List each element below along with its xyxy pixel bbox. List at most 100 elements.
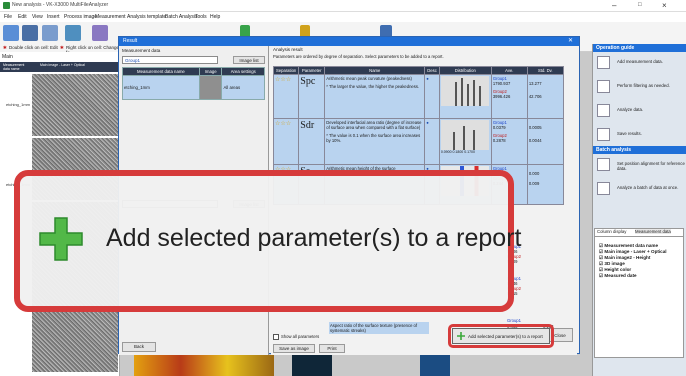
group-field[interactable]: Group1 bbox=[122, 56, 218, 64]
column-option[interactable]: ☑ Measured date bbox=[599, 273, 637, 279]
menu-insert[interactable]: Insert bbox=[47, 14, 60, 20]
menu-bar: File Edit View Insert Process image Meas… bbox=[0, 12, 686, 22]
edit-hint: Double click on cell: Edit bbox=[9, 45, 58, 50]
measurement-table: Measurement data name Image Area setting… bbox=[122, 67, 265, 100]
maximize-button[interactable]: □ bbox=[638, 2, 642, 8]
save-results-icon bbox=[597, 128, 610, 141]
zoom-callout: Add selected parameter(s) to a report bbox=[14, 170, 521, 312]
height-color-image bbox=[134, 355, 274, 376]
add-data-icon bbox=[597, 56, 610, 69]
process-image-icon[interactable] bbox=[65, 25, 81, 41]
menu-analysis-template[interactable]: Analysis template bbox=[127, 14, 166, 20]
group1-ave: 1790.937 bbox=[492, 81, 511, 86]
histogram-axis: 0.0900 0.1800 0.1700 bbox=[440, 150, 475, 154]
menu-process-image[interactable]: Process image bbox=[64, 14, 97, 20]
menu-edit[interactable]: Edit bbox=[18, 14, 27, 20]
main-header-col1: Measurement data name bbox=[3, 63, 25, 71]
menu-batch-analysis[interactable]: Batch Analysis bbox=[165, 14, 198, 20]
col-average: Ave. bbox=[490, 66, 528, 75]
parameter-symbol: Sdr bbox=[300, 120, 315, 131]
info-icon[interactable]: ● bbox=[426, 120, 429, 125]
separation-stars: ☆☆☆ bbox=[275, 121, 292, 127]
aspect-ratio-name: Aspect ratio of the surface texture (pre… bbox=[329, 322, 429, 334]
callout-label: Add selected parameter(s) to a report bbox=[106, 224, 522, 252]
main-header: Measurement data name Main image - Laser… bbox=[0, 62, 120, 72]
group1-ave: 0.0379 bbox=[492, 125, 506, 130]
measurement-name-cell: etching_1mm bbox=[122, 75, 200, 100]
tab-measurement-data[interactable]: Measurement data bbox=[635, 229, 671, 234]
menu-tools[interactable]: Tools bbox=[195, 14, 207, 20]
batch-analyze-icon bbox=[597, 182, 610, 195]
measurement-image-cell bbox=[198, 75, 223, 100]
parameter-note: * The value is 0.1 when the surface area… bbox=[326, 133, 421, 143]
print-button[interactable]: Print bbox=[319, 344, 345, 353]
batch-analysis-title: Batch analysis bbox=[593, 146, 686, 154]
tab-column-display[interactable]: Column display bbox=[597, 229, 626, 234]
group2-std: 0.0044 bbox=[528, 138, 542, 143]
col-desc: Desc bbox=[424, 66, 440, 75]
save-icon[interactable] bbox=[22, 25, 38, 41]
add-to-report-label: Add selected parameter(s) to a report bbox=[468, 334, 543, 339]
dialog-close-icon[interactable]: ✕ bbox=[568, 37, 573, 44]
menu-view[interactable]: View bbox=[32, 14, 43, 20]
group2-std: 0.009 bbox=[528, 181, 540, 186]
col-area-settings: Area settings bbox=[221, 67, 265, 76]
main-header-col2: Main image - Laser + Optical bbox=[40, 63, 85, 67]
show-all-label: Show all parameters bbox=[281, 334, 320, 339]
area-cell: All areas bbox=[221, 75, 265, 100]
menu-measurement[interactable]: Measurement bbox=[95, 14, 126, 20]
save-as-image-button[interactable]: Save as image bbox=[273, 344, 315, 353]
col-distribution: Distribution bbox=[438, 66, 492, 75]
large-plus-icon bbox=[39, 217, 83, 261]
col-parameter: Parameter bbox=[298, 66, 326, 75]
align-icon bbox=[597, 158, 610, 171]
3d-display-icon[interactable] bbox=[92, 25, 108, 41]
app-icon bbox=[3, 2, 10, 9]
aspect-group: Group1 bbox=[507, 318, 521, 323]
operation-guide-title: Operation guide bbox=[593, 44, 686, 52]
image-list-button[interactable]: Image list bbox=[233, 56, 265, 64]
parameter-symbol: Spc bbox=[300, 76, 316, 87]
table-row[interactable]: ☆☆☆ Sdr Developed interfacial area ratio… bbox=[272, 118, 564, 165]
measurement-panel-title: Measurement data bbox=[122, 48, 161, 53]
3d-image bbox=[292, 355, 332, 376]
main-panel-title: Main bbox=[2, 54, 13, 60]
dialog-title-bar: Result ✕ bbox=[119, 37, 579, 46]
row-label: etching_1mm bbox=[6, 102, 31, 107]
add-to-report-button[interactable]: Add selected parameter(s) to a report bbox=[452, 328, 550, 344]
std-value: 0.315 bbox=[507, 291, 577, 296]
separation-stars: ☆☆☆ bbox=[275, 77, 292, 83]
output-data-icon[interactable] bbox=[42, 25, 58, 41]
filter-icon bbox=[597, 80, 610, 93]
table-row[interactable]: etching_1mm All areas bbox=[122, 75, 265, 100]
std-value: 0.009 bbox=[507, 259, 577, 264]
back-button[interactable]: Back bbox=[122, 342, 156, 352]
window-title: New analysis - VK-X3000 MultiFileAnalyze… bbox=[12, 2, 109, 8]
title-bar: New analysis - VK-X3000 MultiFileAnalyze… bbox=[0, 0, 686, 12]
info-icon[interactable]: ● bbox=[426, 76, 429, 81]
group2-ave: 0.2878 bbox=[492, 138, 506, 143]
hint-bar: ✱ Double click on cell: Edit ✱ Right cli… bbox=[0, 44, 120, 55]
thumbnail-image[interactable] bbox=[32, 74, 118, 136]
add-icon[interactable] bbox=[3, 25, 19, 41]
group2-ave: 3996.426 bbox=[492, 94, 511, 99]
col-measurement-name: Measurement data name bbox=[122, 67, 200, 76]
analyze-icon bbox=[597, 104, 610, 117]
change-hint-icon: ✱ bbox=[60, 45, 64, 50]
group1-std: 13.277 bbox=[528, 81, 542, 86]
plus-icon bbox=[457, 332, 465, 340]
edit-hint-icon: ✱ bbox=[3, 45, 7, 50]
col-separation: Separation bbox=[272, 66, 300, 75]
menu-help[interactable]: Help bbox=[210, 14, 220, 20]
preview-image bbox=[420, 355, 450, 376]
minimize-button[interactable]: – bbox=[612, 1, 616, 10]
distribution-histogram bbox=[440, 76, 489, 106]
col-std-dv: Std. Dv. bbox=[526, 66, 564, 75]
close-window-button[interactable]: × bbox=[662, 1, 667, 10]
show-all-checkbox[interactable] bbox=[273, 334, 279, 340]
group2-std: 42.706 bbox=[528, 94, 542, 99]
menu-file[interactable]: File bbox=[4, 14, 12, 20]
col-image: Image bbox=[198, 67, 223, 76]
instructions: Parameters are ordered by degree of sepa… bbox=[273, 54, 444, 59]
table-row[interactable]: ☆☆☆ Spc Arithmetic mean peak curvature (… bbox=[272, 74, 564, 119]
